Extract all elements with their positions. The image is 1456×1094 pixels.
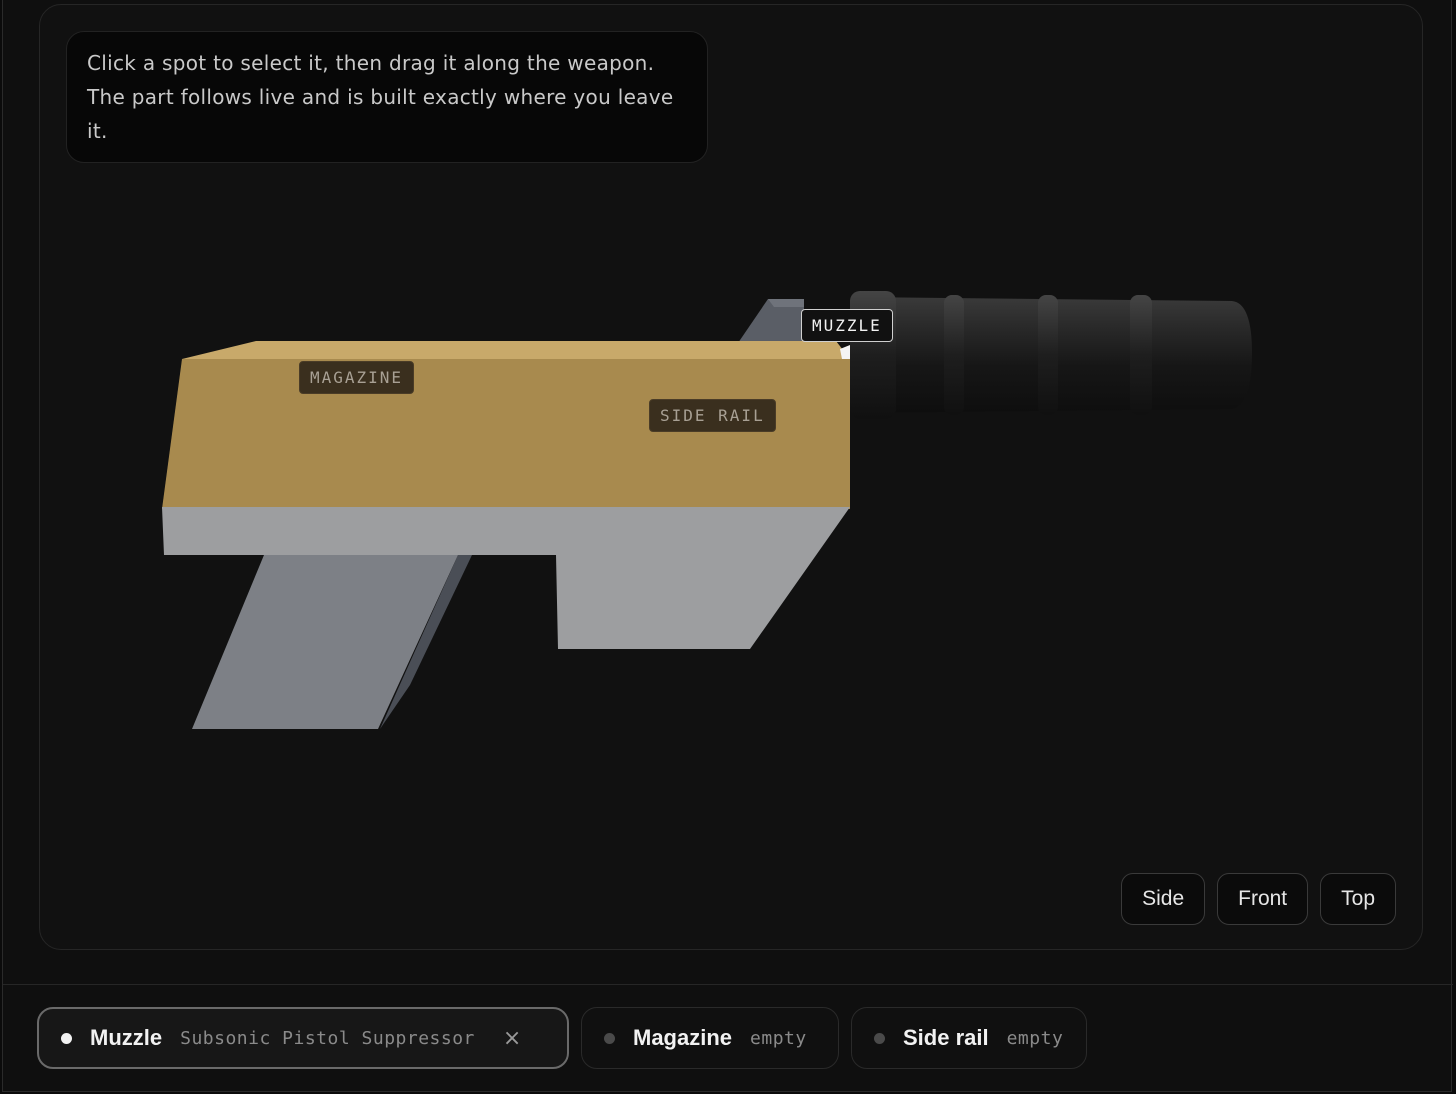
grip[interactable] bbox=[192, 555, 458, 729]
status-dot-icon bbox=[61, 1032, 72, 1044]
slot-name: Magazine bbox=[633, 1025, 733, 1050]
weapon-builder-app: MAGAZINE SIDE RAIL MUZZLE Click a spot t… bbox=[2, 0, 1453, 1092]
hotspot-muzzle[interactable]: MUZZLE bbox=[801, 309, 893, 342]
attachment-slots-bar: Muzzle Subsonic Pistol Suppressor × Maga… bbox=[3, 984, 1453, 1092]
slide-top bbox=[182, 341, 850, 359]
slot-side-rail[interactable]: Side rail empty bbox=[851, 1007, 1087, 1069]
slot-muzzle[interactable]: Muzzle Subsonic Pistol Suppressor × bbox=[37, 1007, 569, 1069]
slot-value: empty bbox=[750, 1027, 807, 1049]
slot-value: Subsonic Pistol Suppressor bbox=[180, 1027, 475, 1049]
status-dot-icon bbox=[874, 1032, 885, 1044]
slot-magazine[interactable]: Magazine empty bbox=[581, 1007, 839, 1069]
slot-name: Side rail bbox=[903, 1025, 989, 1050]
3d-viewport[interactable]: MAGAZINE SIDE RAIL MUZZLE Click a spot t… bbox=[39, 4, 1423, 950]
hotspot-magazine[interactable]: MAGAZINE bbox=[299, 361, 415, 394]
view-front-button[interactable]: Front bbox=[1217, 873, 1309, 925]
status-dot-icon bbox=[604, 1032, 615, 1044]
instruction-hint: Click a spot to select it, then drag it … bbox=[66, 31, 708, 163]
view-top-button[interactable]: Top bbox=[1320, 873, 1396, 925]
slot-name: Muzzle bbox=[90, 1025, 163, 1050]
view-side-button[interactable]: Side bbox=[1121, 873, 1206, 925]
close-icon[interactable]: × bbox=[503, 1026, 521, 1051]
slide[interactable] bbox=[162, 359, 850, 509]
hotspot-side-rail[interactable]: SIDE RAIL bbox=[649, 399, 776, 432]
view-buttons: Side Front Top bbox=[1121, 873, 1396, 925]
suppressor-model[interactable] bbox=[850, 291, 1252, 419]
slot-value: empty bbox=[1006, 1027, 1064, 1049]
